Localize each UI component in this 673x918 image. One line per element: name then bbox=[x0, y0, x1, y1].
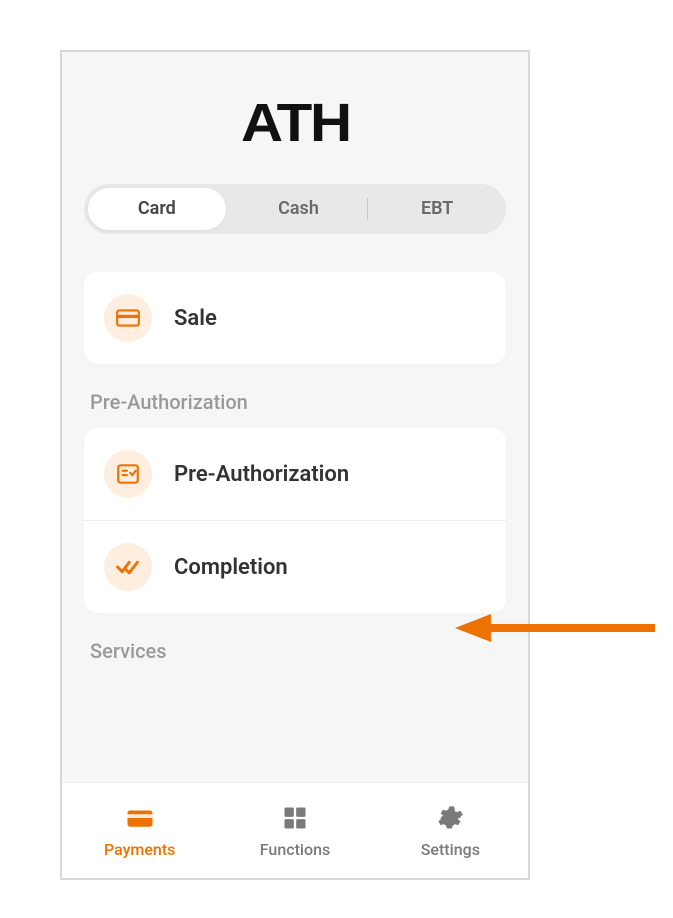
sale-row[interactable]: Sale bbox=[84, 272, 506, 364]
nav-payments[interactable]: Payments bbox=[62, 783, 217, 878]
payments-icon bbox=[124, 802, 156, 834]
nav-payments-label: Payments bbox=[104, 840, 175, 859]
nav-functions-label: Functions bbox=[260, 840, 330, 859]
main-scroll: ATH Card Cash EBT Sale Pre-Authorization bbox=[62, 52, 528, 782]
payment-type-tabs: Card Cash EBT bbox=[84, 184, 506, 234]
preauth-row[interactable]: Pre-Authorization bbox=[84, 428, 506, 520]
tab-card[interactable]: Card bbox=[88, 188, 226, 230]
tab-ebt[interactable]: EBT bbox=[368, 188, 506, 230]
preauth-section-title: Pre-Authorization bbox=[90, 390, 506, 414]
preauth-card: Pre-Authorization Completion bbox=[84, 428, 506, 613]
bottom-nav: Payments Functions Settings bbox=[62, 782, 528, 878]
logo-wrap: ATH bbox=[84, 52, 506, 184]
nav-settings-label: Settings bbox=[421, 840, 480, 859]
nav-functions[interactable]: Functions bbox=[217, 783, 372, 878]
nav-settings[interactable]: Settings bbox=[373, 783, 528, 878]
preauth-icon bbox=[104, 450, 152, 498]
sale-card: Sale bbox=[84, 272, 506, 364]
completion-row[interactable]: Completion bbox=[84, 520, 506, 613]
completion-label: Completion bbox=[174, 555, 288, 580]
preauth-label: Pre-Authorization bbox=[174, 462, 349, 487]
brand-logo: ATH bbox=[240, 92, 349, 154]
card-icon bbox=[104, 294, 152, 342]
sale-label: Sale bbox=[174, 306, 217, 331]
tab-cash[interactable]: Cash bbox=[230, 188, 368, 230]
settings-icon bbox=[434, 802, 466, 834]
services-section-title: Services bbox=[90, 639, 506, 663]
functions-icon bbox=[279, 802, 311, 834]
app-screen: ATH Card Cash EBT Sale Pre-Authorization bbox=[60, 50, 530, 880]
completion-icon bbox=[104, 543, 152, 591]
